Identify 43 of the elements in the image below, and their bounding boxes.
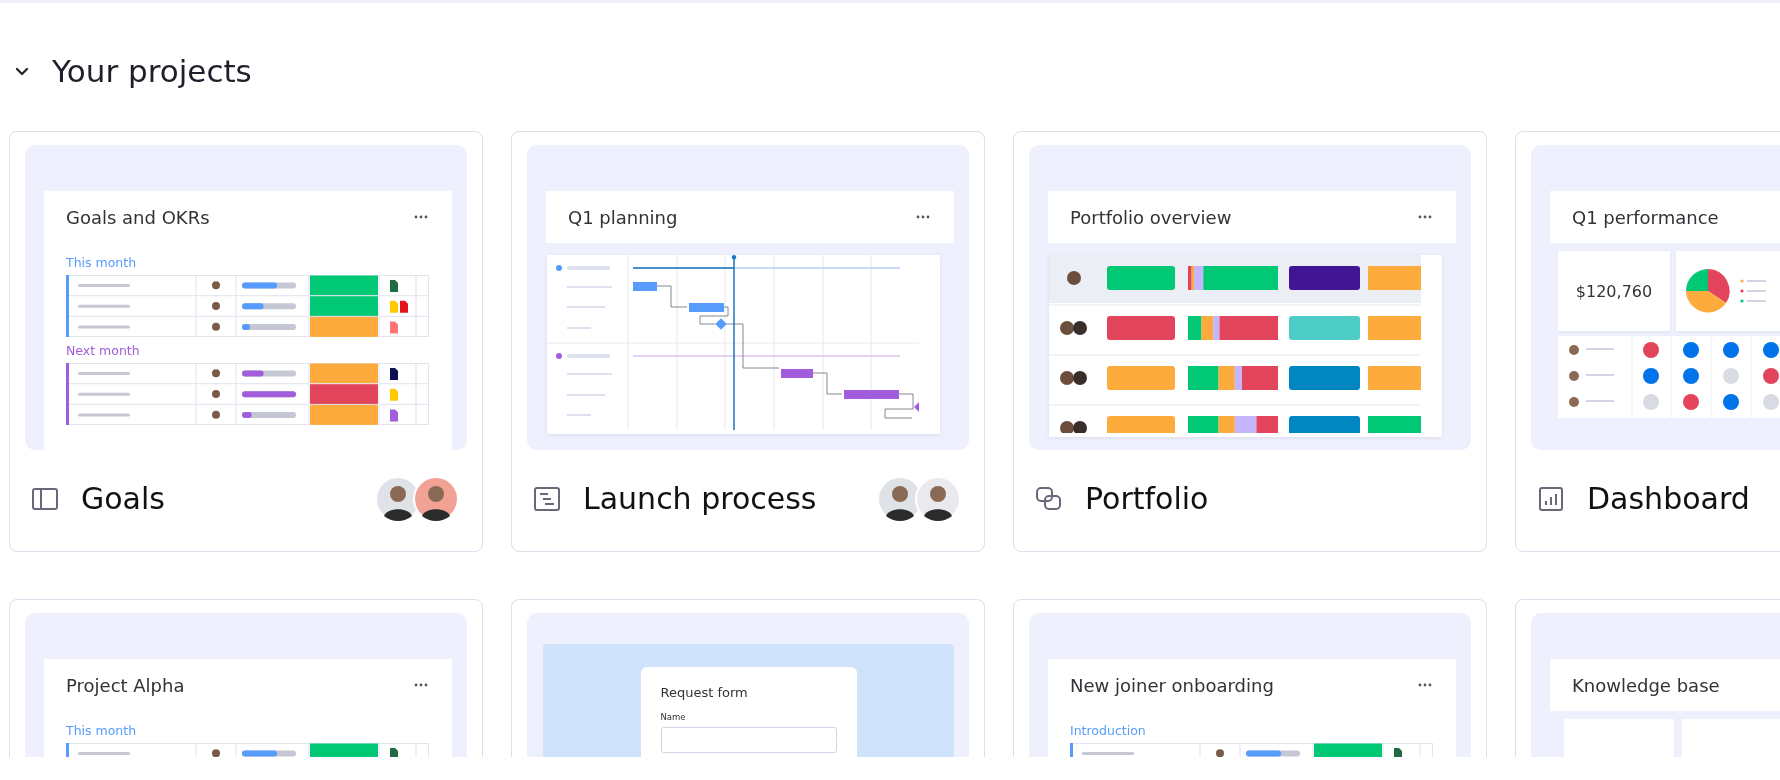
- kpi-value: $120,760: [1558, 251, 1670, 331]
- group-label: This month: [66, 255, 138, 270]
- project-name[interactable]: Dashboard: [1587, 481, 1780, 516]
- board-title: Q1 planning: [568, 206, 678, 228]
- task-bar: [633, 282, 657, 291]
- bar-chart-icon: [1537, 484, 1565, 513]
- section-title: Your projects: [52, 53, 252, 89]
- project-card[interactable]: Goals and OKRs This month Next month Goals: [9, 131, 483, 552]
- board-title: New joiner onboarding: [1070, 674, 1274, 696]
- board-title: Knowledge base: [1572, 674, 1720, 696]
- more-icon[interactable]: [414, 215, 428, 219]
- project-name[interactable]: Goals: [81, 481, 353, 516]
- project-name[interactable]: Portfolio: [1085, 481, 1463, 516]
- milestone-icon: [914, 402, 919, 412]
- task-bar: [689, 303, 724, 312]
- board-title: Goals and OKRs: [66, 206, 210, 228]
- project-card[interactable]: Project Alpha This month: [9, 599, 483, 757]
- project-card[interactable]: Request form Name: [511, 599, 985, 757]
- task-bar: [844, 390, 899, 399]
- project-card[interactable]: Knowledge base: [1515, 599, 1780, 757]
- project-card[interactable]: New joiner onboarding Introduction: [1013, 599, 1487, 757]
- group-label: This month: [66, 723, 138, 738]
- project-card[interactable]: Q1 planning Launch process: [511, 131, 985, 552]
- project-card[interactable]: Q1 performance $120,760 Dashboard: [1515, 131, 1780, 552]
- board-title: Project Alpha: [66, 674, 185, 696]
- form-title: Request form: [660, 685, 749, 700]
- lines-list-icon: [533, 484, 561, 513]
- avatar: [915, 475, 961, 522]
- field-label: Name: [660, 712, 687, 722]
- project-card[interactable]: Portfolio overview Portfolio: [1013, 131, 1487, 552]
- more-icon[interactable]: [414, 683, 428, 687]
- milestone-icon: [715, 318, 727, 330]
- overlapping-squares-icon: [1035, 484, 1063, 513]
- task-bar: [781, 369, 813, 378]
- avatar: [413, 475, 459, 522]
- board-title: Q1 performance: [1572, 206, 1719, 228]
- more-icon[interactable]: [916, 215, 930, 219]
- more-icon[interactable]: [1418, 683, 1432, 687]
- group-label: Introduction: [1070, 723, 1147, 738]
- more-icon[interactable]: [1418, 215, 1432, 219]
- project-name[interactable]: Launch process: [583, 481, 855, 516]
- group-label: Next month: [66, 343, 141, 358]
- board-title: Portfolio overview: [1070, 206, 1232, 228]
